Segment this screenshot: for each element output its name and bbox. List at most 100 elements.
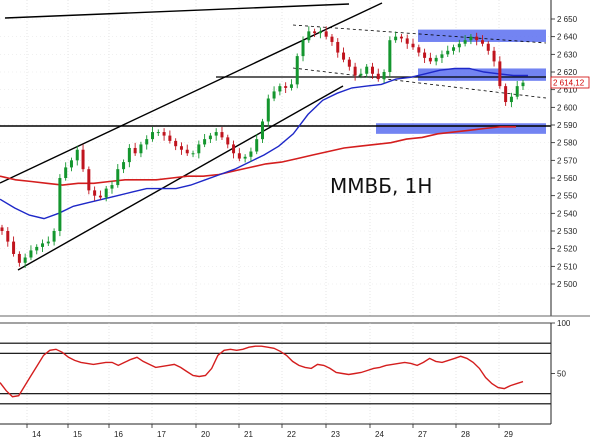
candle-body: [133, 147, 137, 154]
candle-body: [12, 241, 16, 254]
candle-body: [52, 231, 56, 242]
oscillator-vertical-gridlines: [26, 323, 500, 424]
time-tick-label: 24: [375, 430, 384, 439]
candle-body: [98, 195, 102, 198]
candle-body: [475, 36, 479, 41]
candle-body: [64, 167, 68, 178]
candle-body: [203, 139, 207, 145]
candle-body: [394, 36, 398, 41]
candle-body: [145, 139, 149, 145]
price-tick-label: 2 550: [557, 192, 578, 201]
price-tick-label: 2 600: [557, 103, 578, 112]
price-tick-label: 2 630: [557, 50, 578, 59]
candle-body: [93, 190, 97, 196]
candle-body: [347, 59, 351, 67]
candle-body: [313, 31, 317, 34]
candle-body: [399, 36, 403, 39]
candle-body: [504, 86, 508, 103]
candle-body: [29, 250, 33, 258]
candle-body: [237, 153, 241, 159]
candle-body: [376, 73, 380, 80]
candle-body: [226, 137, 230, 145]
candle-body: [324, 31, 328, 37]
candle-body: [492, 50, 496, 62]
candle-body: [243, 156, 247, 159]
candle-body: [17, 253, 21, 263]
candle-body: [434, 57, 438, 62]
candle-body: [342, 52, 346, 60]
candle-body: [168, 135, 172, 141]
price-tick-label: 2 500: [557, 280, 578, 289]
candle-body: [122, 162, 126, 170]
candle-body: [272, 91, 276, 99]
candle-body: [162, 132, 166, 136]
candle-body: [446, 50, 450, 55]
time-tick-label: 22: [287, 430, 296, 439]
candle-body: [58, 178, 62, 231]
last-price-marker: 2 614,12: [550, 76, 590, 89]
candle: [58, 174, 62, 237]
price-tick-label: 2 650: [557, 15, 578, 24]
price-tick-label: 2 560: [557, 174, 578, 183]
candle-body: [382, 72, 386, 80]
candle-body: [0, 227, 4, 231]
price-axis-ticks: 2 6502 6402 6302 6202 6102 6002 5902 580…: [551, 15, 578, 289]
time-tick-label: 15: [73, 430, 82, 439]
candle-body: [214, 132, 218, 136]
oscillator-tick-label: 50: [557, 370, 566, 379]
candle-body: [104, 188, 108, 198]
candle-body: [23, 257, 27, 263]
candle-body: [174, 140, 178, 147]
candle: [87, 166, 91, 195]
price-zone: [418, 29, 546, 42]
chart-title: ММВБ, 1Н: [330, 174, 432, 198]
chart-canvas: ММВБ, 1Н 2 6502 6402 6302 6202 6102 6002…: [0, 0, 590, 439]
candle-body: [423, 52, 427, 58]
time-tick-label: 17: [157, 430, 166, 439]
candle-body: [411, 43, 415, 48]
time-tick-label: 23: [331, 430, 340, 439]
time-tick-label: 27: [418, 430, 427, 439]
time-tick-label: 28: [461, 430, 470, 439]
candle-body: [428, 57, 432, 62]
candle-body: [35, 246, 39, 251]
candle-body: [255, 139, 259, 152]
candle-body: [75, 149, 79, 161]
price-tick-label: 2 520: [557, 245, 578, 254]
time-axis-ticks: 14 15 16 17 20 21 22 23 24 27 28 29: [26, 424, 513, 439]
price-tick-label: 2 620: [557, 68, 578, 77]
candle-body: [151, 132, 155, 140]
candle-body: [388, 40, 392, 72]
candle-body: [336, 41, 340, 53]
candle-body: [301, 40, 305, 57]
candle-body: [220, 132, 224, 138]
candle-body: [440, 54, 444, 58]
candle-body: [261, 121, 264, 140]
price-zone: [376, 123, 546, 134]
candle-body: [156, 132, 160, 134]
price-tick-label: 2 530: [557, 227, 578, 236]
candle-body: [365, 66, 369, 74]
candle-body: [480, 40, 484, 44]
candle-body: [289, 84, 293, 88]
candle-body: [457, 43, 461, 48]
oscillator-level-lines: [0, 342, 551, 405]
candle-body: [318, 31, 322, 34]
candle-body: [521, 82, 525, 87]
candle-body: [266, 98, 270, 122]
time-tick-label: 20: [201, 430, 210, 439]
candle-body: [249, 151, 253, 157]
candle-body: [469, 36, 473, 41]
candle-body: [81, 149, 85, 170]
last-price-label: 2 614,12: [553, 79, 585, 88]
candle-body: [405, 38, 409, 44]
candle-body: [232, 144, 236, 154]
candle-body: [278, 86, 282, 92]
candle-body: [284, 86, 288, 88]
candle-body: [46, 241, 50, 244]
price-tick-label: 2 510: [557, 262, 578, 271]
time-tick-label: 29: [504, 430, 513, 439]
time-tick-label: 21: [244, 430, 253, 439]
candle-body: [110, 185, 114, 189]
candle-body: [330, 36, 334, 42]
